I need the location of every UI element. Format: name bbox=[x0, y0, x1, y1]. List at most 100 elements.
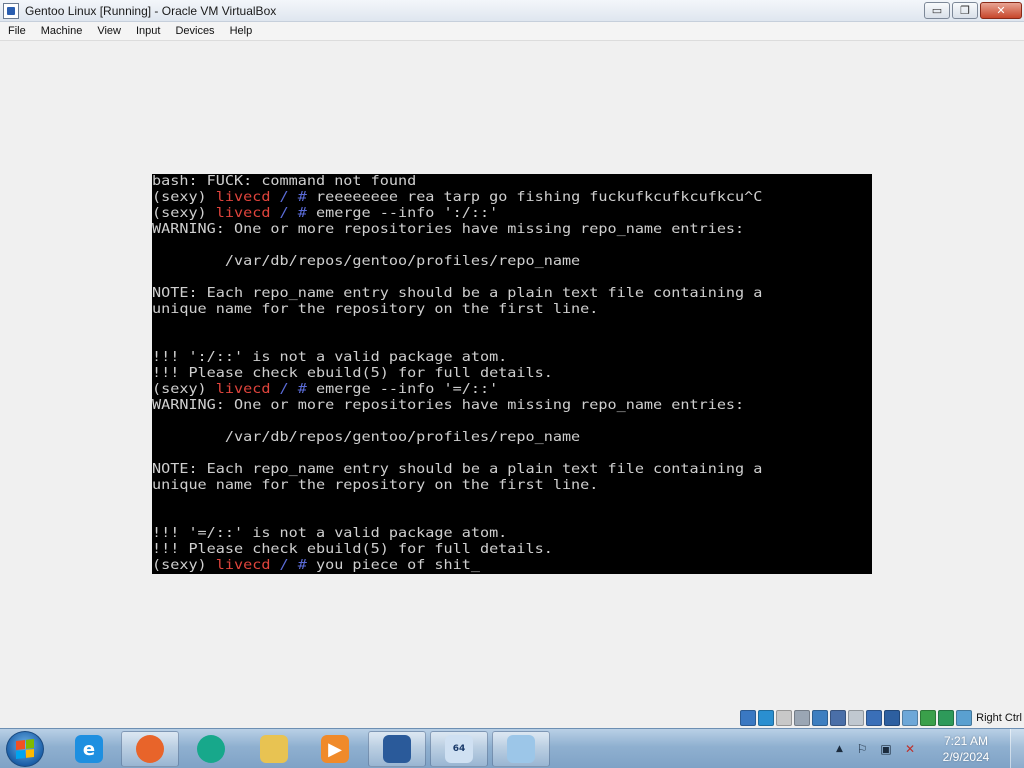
usb-icon[interactable] bbox=[830, 709, 847, 726]
terminal-line: (sexy) livecd / # emerge --info '=/::' bbox=[152, 382, 966, 398]
terminal-text: you piece of shit bbox=[315, 558, 471, 573]
terminal-text: unique name for the repository on the fi… bbox=[152, 302, 599, 317]
video-capture-icon[interactable] bbox=[884, 709, 901, 726]
recording-icon[interactable] bbox=[902, 709, 919, 726]
menu-input[interactable]: Input bbox=[136, 25, 160, 37]
terminal-text: WARNING: One or more repositories have m… bbox=[152, 398, 745, 413]
file-explorer-icon bbox=[260, 735, 288, 763]
terminal-text: /var/db/repos/gentoo/profiles/repo_name bbox=[152, 430, 581, 445]
terminal-text: emerge --info ':/::' bbox=[315, 206, 499, 221]
minimize-button[interactable]: ▭ bbox=[924, 2, 950, 19]
terminal-text: NOTE: Each repo_name entry should be a p… bbox=[152, 462, 763, 477]
firefox-icon bbox=[136, 735, 164, 763]
notepad-icon bbox=[507, 735, 535, 763]
terminal-text: (sexy) bbox=[152, 558, 216, 573]
prompt-hostname: livecd bbox=[215, 206, 271, 221]
prompt-path: / # bbox=[270, 190, 316, 205]
prompt-hostname: livecd bbox=[215, 558, 271, 573]
terminal-line: bash: FUCK: command not found bbox=[152, 174, 966, 190]
close-button[interactable]: ✕ bbox=[980, 2, 1022, 19]
window-controls: ▭ ❐ ✕ bbox=[924, 2, 1022, 19]
virtualbox-vm-icon: 64 bbox=[445, 735, 473, 763]
terminal-text: WARNING: One or more repositories have m… bbox=[152, 222, 745, 237]
virtualbox-icon bbox=[383, 735, 411, 763]
taskbar-notepad-button[interactable] bbox=[492, 731, 550, 767]
media-player-icon: ▶ bbox=[321, 735, 349, 763]
menu-devices[interactable]: Devices bbox=[175, 25, 214, 37]
prompt-path: / # bbox=[270, 382, 316, 397]
terminal-text: bash: FUCK: command not found bbox=[152, 174, 417, 189]
window-title-bar[interactable]: Gentoo Linux [Running] - Oracle VM Virtu… bbox=[0, 0, 1024, 22]
terminal-line: !!! Please check ebuild(5) for full deta… bbox=[152, 542, 966, 558]
vm-status-bar: Right Ctrl bbox=[0, 707, 1024, 728]
action-center-flag-icon[interactable]: ⚐ bbox=[854, 741, 870, 757]
vm-console[interactable]: bash: FUCK: command not found (sexy) live… bbox=[152, 174, 872, 574]
terminal-text: /var/db/repos/gentoo/profiles/repo_name bbox=[152, 254, 581, 269]
terminal-line: !!! ':/::' is not a valid package atom. bbox=[152, 350, 966, 366]
prompt-path: / # bbox=[270, 206, 316, 221]
host-key-label: Right Ctrl bbox=[976, 711, 1022, 724]
display-icon[interactable] bbox=[866, 709, 883, 726]
terminal-text: !!! ':/::' is not a valid package atom. bbox=[152, 350, 508, 365]
restore-button[interactable]: ❐ bbox=[952, 2, 978, 19]
host-key-icon[interactable] bbox=[956, 709, 973, 726]
volume-muted-icon[interactable]: ✕ bbox=[902, 741, 918, 757]
terminal-line: unique name for the repository on the fi… bbox=[152, 478, 966, 494]
taskbar-chat-app-button[interactable] bbox=[182, 731, 240, 767]
terminal-text: emerge --info '=/::' bbox=[315, 382, 499, 397]
mouse-integration-icon[interactable] bbox=[938, 709, 955, 726]
clock-time: 7:21 AM bbox=[943, 734, 989, 748]
taskbar: e ▶ 64 ▲ ⚐ ▣ ✕ 7:21 AM 2/9/2024 bbox=[0, 728, 1024, 768]
terminal-line: !!! '=/::' is not a valid package atom. bbox=[152, 526, 966, 542]
terminal-line: WARNING: One or more repositories have m… bbox=[152, 398, 966, 414]
audio-icon[interactable] bbox=[794, 709, 811, 726]
terminal-text: (sexy) bbox=[152, 382, 216, 397]
menu-file[interactable]: File bbox=[8, 25, 26, 37]
menu-bar: File Machine View Input Devices Help bbox=[0, 22, 1024, 41]
cpu-icon[interactable] bbox=[920, 709, 937, 726]
taskbar-media-player-button[interactable]: ▶ bbox=[306, 731, 364, 767]
menu-view[interactable]: View bbox=[97, 25, 121, 37]
windows-logo-icon bbox=[16, 739, 34, 759]
start-button[interactable] bbox=[6, 731, 44, 767]
menu-machine[interactable]: Machine bbox=[41, 25, 83, 37]
taskbar-internet-explorer-button[interactable]: e bbox=[60, 731, 118, 767]
taskbar-virtualbox-button[interactable] bbox=[368, 731, 426, 767]
menu-help[interactable]: Help bbox=[230, 25, 253, 37]
prompt-hostname: livecd bbox=[215, 190, 271, 205]
network-icon[interactable]: ▣ bbox=[878, 741, 894, 757]
terminal-text: NOTE: Each repo_name entry should be a p… bbox=[152, 286, 763, 301]
terminal-line: unique name for the repository on the fi… bbox=[152, 302, 966, 318]
clock[interactable]: 7:21 AM 2/9/2024 bbox=[936, 733, 996, 765]
terminal-text: !!! '=/::' is not a valid package atom. bbox=[152, 526, 508, 541]
terminal-line: WARNING: One or more repositories have m… bbox=[152, 222, 966, 238]
terminal-line: NOTE: Each repo_name entry should be a p… bbox=[152, 462, 966, 478]
shared-folders-icon[interactable] bbox=[848, 709, 865, 726]
terminal-text: (sexy) bbox=[152, 190, 216, 205]
virtualbox-app-icon[interactable] bbox=[3, 2, 19, 19]
terminal-text: unique name for the repository on the fi… bbox=[152, 478, 599, 493]
chat-app-icon bbox=[197, 735, 225, 763]
optical-drive-icon[interactable] bbox=[758, 709, 775, 726]
show-desktop-button[interactable] bbox=[1010, 729, 1024, 768]
taskbar-file-explorer-button[interactable] bbox=[245, 731, 303, 767]
network-icon[interactable] bbox=[812, 709, 829, 726]
window-title: Gentoo Linux [Running] - Oracle VM Virtu… bbox=[25, 3, 277, 18]
terminal-text: (sexy) bbox=[152, 206, 216, 221]
clock-date: 2/9/2024 bbox=[942, 750, 990, 764]
floppy-icon[interactable] bbox=[776, 709, 793, 726]
prompt-hostname: livecd bbox=[215, 382, 271, 397]
hard-disk-icon[interactable] bbox=[740, 709, 757, 726]
terminal-line: !!! Please check ebuild(5) for full deta… bbox=[152, 366, 966, 382]
taskbar-firefox-button[interactable] bbox=[121, 731, 179, 767]
taskbar-virtualbox-vm-button[interactable]: 64 bbox=[430, 731, 488, 767]
prompt-path: / # bbox=[270, 558, 316, 573]
terminal-line: NOTE: Each repo_name entry should be a p… bbox=[152, 286, 966, 302]
show-hidden-icons-arrow[interactable]: ▲ bbox=[836, 744, 846, 754]
